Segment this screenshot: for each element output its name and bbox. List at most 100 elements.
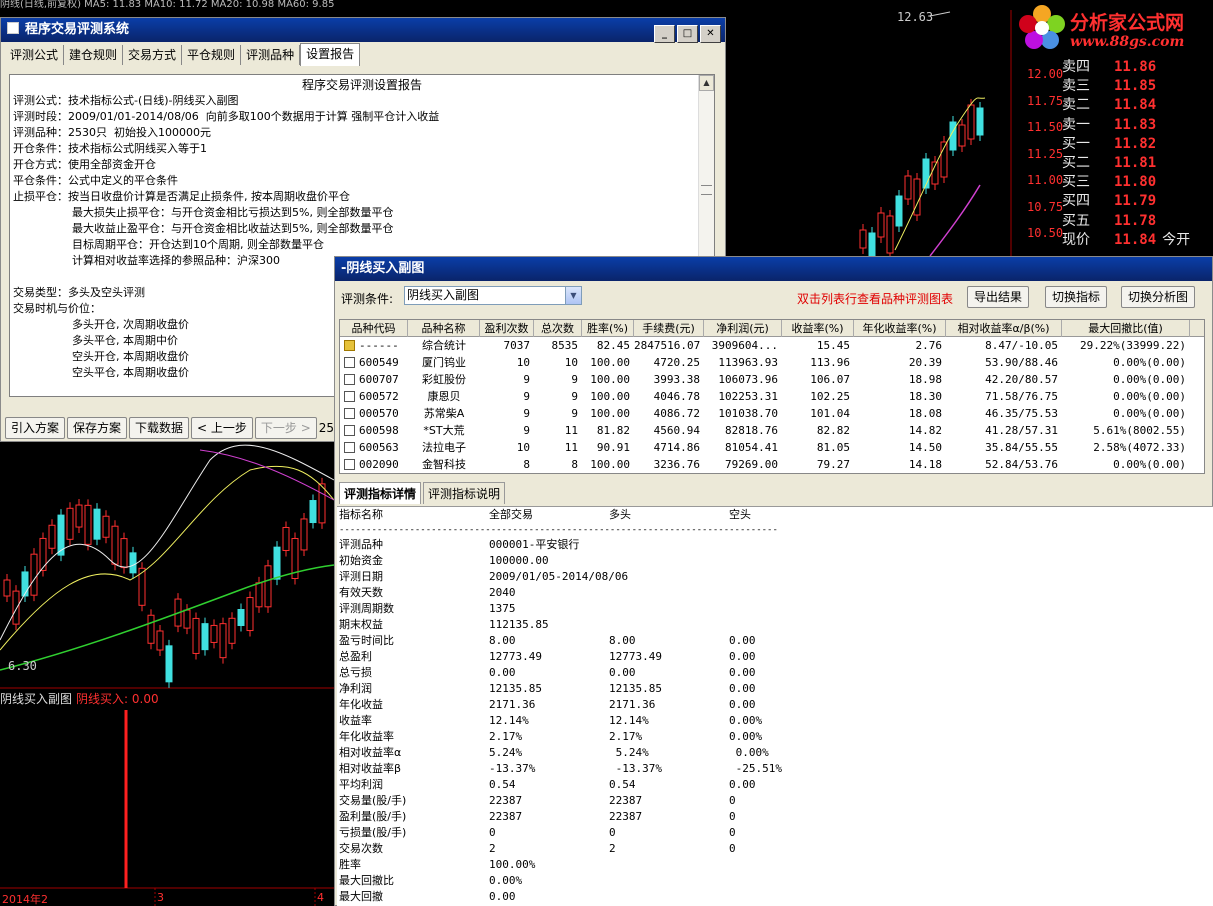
price-axis-label: 11.25 <box>1027 146 1064 161</box>
detail-metric-name: 评测品种 <box>339 538 383 551</box>
report-line: 目标周期平仓：开仓达到10个周期, 则全部数量平仓 <box>72 238 324 251</box>
prev-step-button[interactable]: < 上一步 <box>191 417 253 439</box>
switch-chart-button[interactable]: 切换分析图 <box>1121 286 1196 308</box>
column-header[interactable]: 相对收益率α/β(%) <box>946 320 1062 337</box>
candle-body <box>111 525 119 565</box>
quote-row: 卖四 11.86 <box>1062 58 1213 77</box>
table-row[interactable]: 600549 厦门钨业 10 10 100.00 4720.25 113963.93 113.… <box>340 354 1204 371</box>
stock-icon <box>344 408 355 419</box>
price-axis-label: 11.50 <box>1027 120 1064 134</box>
tab-close-rules[interactable]: 平仓规则 <box>182 45 242 65</box>
switch-indicator-button[interactable]: 切换指标 <box>1045 286 1108 308</box>
table-cell: 9 <box>571 373 578 386</box>
maximize-button[interactable]: □ <box>677 25 698 43</box>
detail-header-cell: 多头 <box>609 508 631 521</box>
table-cell: 11 <box>564 424 578 437</box>
table-cell: 0.00%(0.00) <box>1113 373 1186 386</box>
table-cell: 4046.78 <box>653 390 700 403</box>
detail-row: 胜率 100.00% <box>337 857 1213 873</box>
close-button[interactable]: ✕ <box>700 25 721 43</box>
table-row[interactable]: ------ 综合统计 7037 8535 82.45 2847516.07 3909604… <box>340 337 1204 354</box>
table-cell: 0.00%(0.00) <box>1113 356 1186 369</box>
price-axis-label: 11.00 <box>1027 173 1064 187</box>
detail-metric-value: 2040 <box>489 586 516 599</box>
column-header[interactable]: 收益率(%) <box>782 320 854 337</box>
detail-metric-value: 0.00 <box>609 666 636 679</box>
column-header[interactable]: 胜率(%) <box>582 320 634 337</box>
detail-row: 初始资金 100000.00 <box>337 553 1213 569</box>
detail-metric-value: 12.14% <box>609 714 649 727</box>
table-cell: 9 <box>523 373 530 386</box>
table-row[interactable]: 600707 彩虹股份 9 9 100.00 3993.38 106073.96 106.07… <box>340 371 1204 388</box>
detail-metric-value: 2009/01/05-2014/08/06 <box>489 570 629 583</box>
detail-divider: ----------------------------------------… <box>339 525 777 535</box>
candle-body <box>156 630 164 651</box>
column-header[interactable]: 品种名称 <box>408 320 480 337</box>
candle-body <box>147 614 155 644</box>
detail-metric-value: 22387 <box>609 794 643 807</box>
export-results-button[interactable]: 导出结果 <box>967 286 1030 308</box>
chevron-down-icon[interactable]: ▼ <box>565 287 581 304</box>
table-cell: 9 <box>571 407 578 420</box>
win2-titlebar[interactable]: -阴线买入副图 <box>335 257 1212 281</box>
next-step-button[interactable]: 下一步 > <box>254 417 317 439</box>
quote-row: 买三 11.80 <box>1062 173 1213 192</box>
table-cell: 81054.41 <box>725 441 778 454</box>
win2-toolbar: 评测条件: 阴线买入副图 ▼ 双击列表行查看品种评测图表 导出结果 切换指标 切… <box>335 281 1212 311</box>
quote-price: 11.80 <box>1114 174 1157 191</box>
results-window: -阴线买入副图 评测条件: 阴线买入副图 ▼ 双击列表行查看品种评测图表 导出结… <box>334 256 1213 906</box>
detail-rows: 评测品种 000001-平安银行 初始资金 100000.00 评测日期 2009/01/… <box>337 537 1213 905</box>
detail-metric-value: 0.00 <box>729 698 756 711</box>
quote-row: 卖二 11.84 <box>1062 96 1213 115</box>
column-header[interactable]: 总次数 <box>534 320 582 337</box>
tab-detail[interactable]: 评测指标详情 <box>339 482 422 504</box>
table-cell: 600707 <box>340 371 408 388</box>
report-title: 程序交易评测设置报告 <box>301 78 422 92</box>
detail-metric-value: 0.54 <box>489 778 516 791</box>
column-header[interactable]: 手续费(元) <box>634 320 704 337</box>
detail-metric-name: 评测日期 <box>339 570 383 583</box>
candle-body <box>273 546 281 580</box>
column-header[interactable]: 盈利次数 <box>480 320 534 337</box>
table-cell: 2.76 <box>915 339 943 352</box>
table-cell: 彩虹股份 <box>422 373 466 386</box>
column-header[interactable]: 净利润(元) <box>704 320 782 337</box>
table-cell: 4086.72 <box>653 407 700 420</box>
table-row[interactable]: 600572 康恩贝 9 9 100.00 4046.78 102253.31 102.25 1… <box>340 388 1204 405</box>
win1-titlebar[interactable]: 程序交易评测系统 _ □ ✕ <box>1 18 725 43</box>
table-cell: 18.08 <box>908 407 942 420</box>
table-cell: 4720.25 <box>653 356 700 369</box>
price-axis-label: 10.75 <box>1027 199 1064 214</box>
tab-report[interactable]: 设置报告 <box>300 43 361 66</box>
tab-instruments[interactable]: 评测品种 <box>241 45 301 65</box>
tab-open-rules[interactable]: 建仓规则 <box>64 45 124 65</box>
download-data-button[interactable]: 下载数据 <box>129 417 190 439</box>
tab-explanation[interactable]: 评测指标说明 <box>423 482 506 504</box>
import-scheme-button[interactable]: 引入方案 <box>5 417 66 439</box>
column-header[interactable]: 年化收益率(%) <box>854 320 946 337</box>
table-cell: ------ <box>340 337 408 354</box>
table-cell: 81.82 <box>596 424 630 437</box>
condition-select[interactable]: 阴线买入副图 ▼ <box>404 286 582 305</box>
tab-formula[interactable]: 评测公式 <box>5 45 65 65</box>
condition-label: 评测条件: <box>341 292 394 306</box>
detail-metric-value: 5.24% <box>609 746 649 759</box>
scroll-grip[interactable] <box>701 185 712 195</box>
price-axis-label: 11.75 <box>1027 93 1064 108</box>
table-row[interactable]: 600563 法拉电子 10 11 90.91 4714.86 81054.41 81.05 1… <box>340 439 1204 456</box>
table-cell: 3909604... <box>711 339 778 352</box>
candle-body <box>255 582 263 608</box>
column-header[interactable]: 品种代码 <box>340 320 408 337</box>
detail-metric-value: 12.14% <box>489 714 529 727</box>
save-scheme-button[interactable]: 保存方案 <box>67 417 128 439</box>
table-row[interactable]: 002090 金智科技 8 8 100.00 3236.76 79269.00 79.27 14… <box>340 456 1204 473</box>
table-row[interactable]: 000570 苏常柴A 9 9 100.00 4086.72 101038.70 101.04… <box>340 405 1204 422</box>
moving-average-header: 阴线(日线,前复权) MA5: 11.83 MA10: 11.72 MA20: … <box>0 0 335 10</box>
tab-trade-mode[interactable]: 交易方式 <box>123 45 183 65</box>
scroll-up-icon[interactable]: ▲ <box>699 75 714 91</box>
column-header[interactable]: 最大回撤比(值) <box>1062 320 1190 337</box>
table-row[interactable]: 600598 *ST大荒 9 11 81.82 4560.94 82818.76 82.82 1… <box>340 422 1204 439</box>
detail-metric-value: -13.37% <box>489 762 536 775</box>
minimize-button[interactable]: _ <box>654 25 675 43</box>
candle-body <box>318 483 326 524</box>
